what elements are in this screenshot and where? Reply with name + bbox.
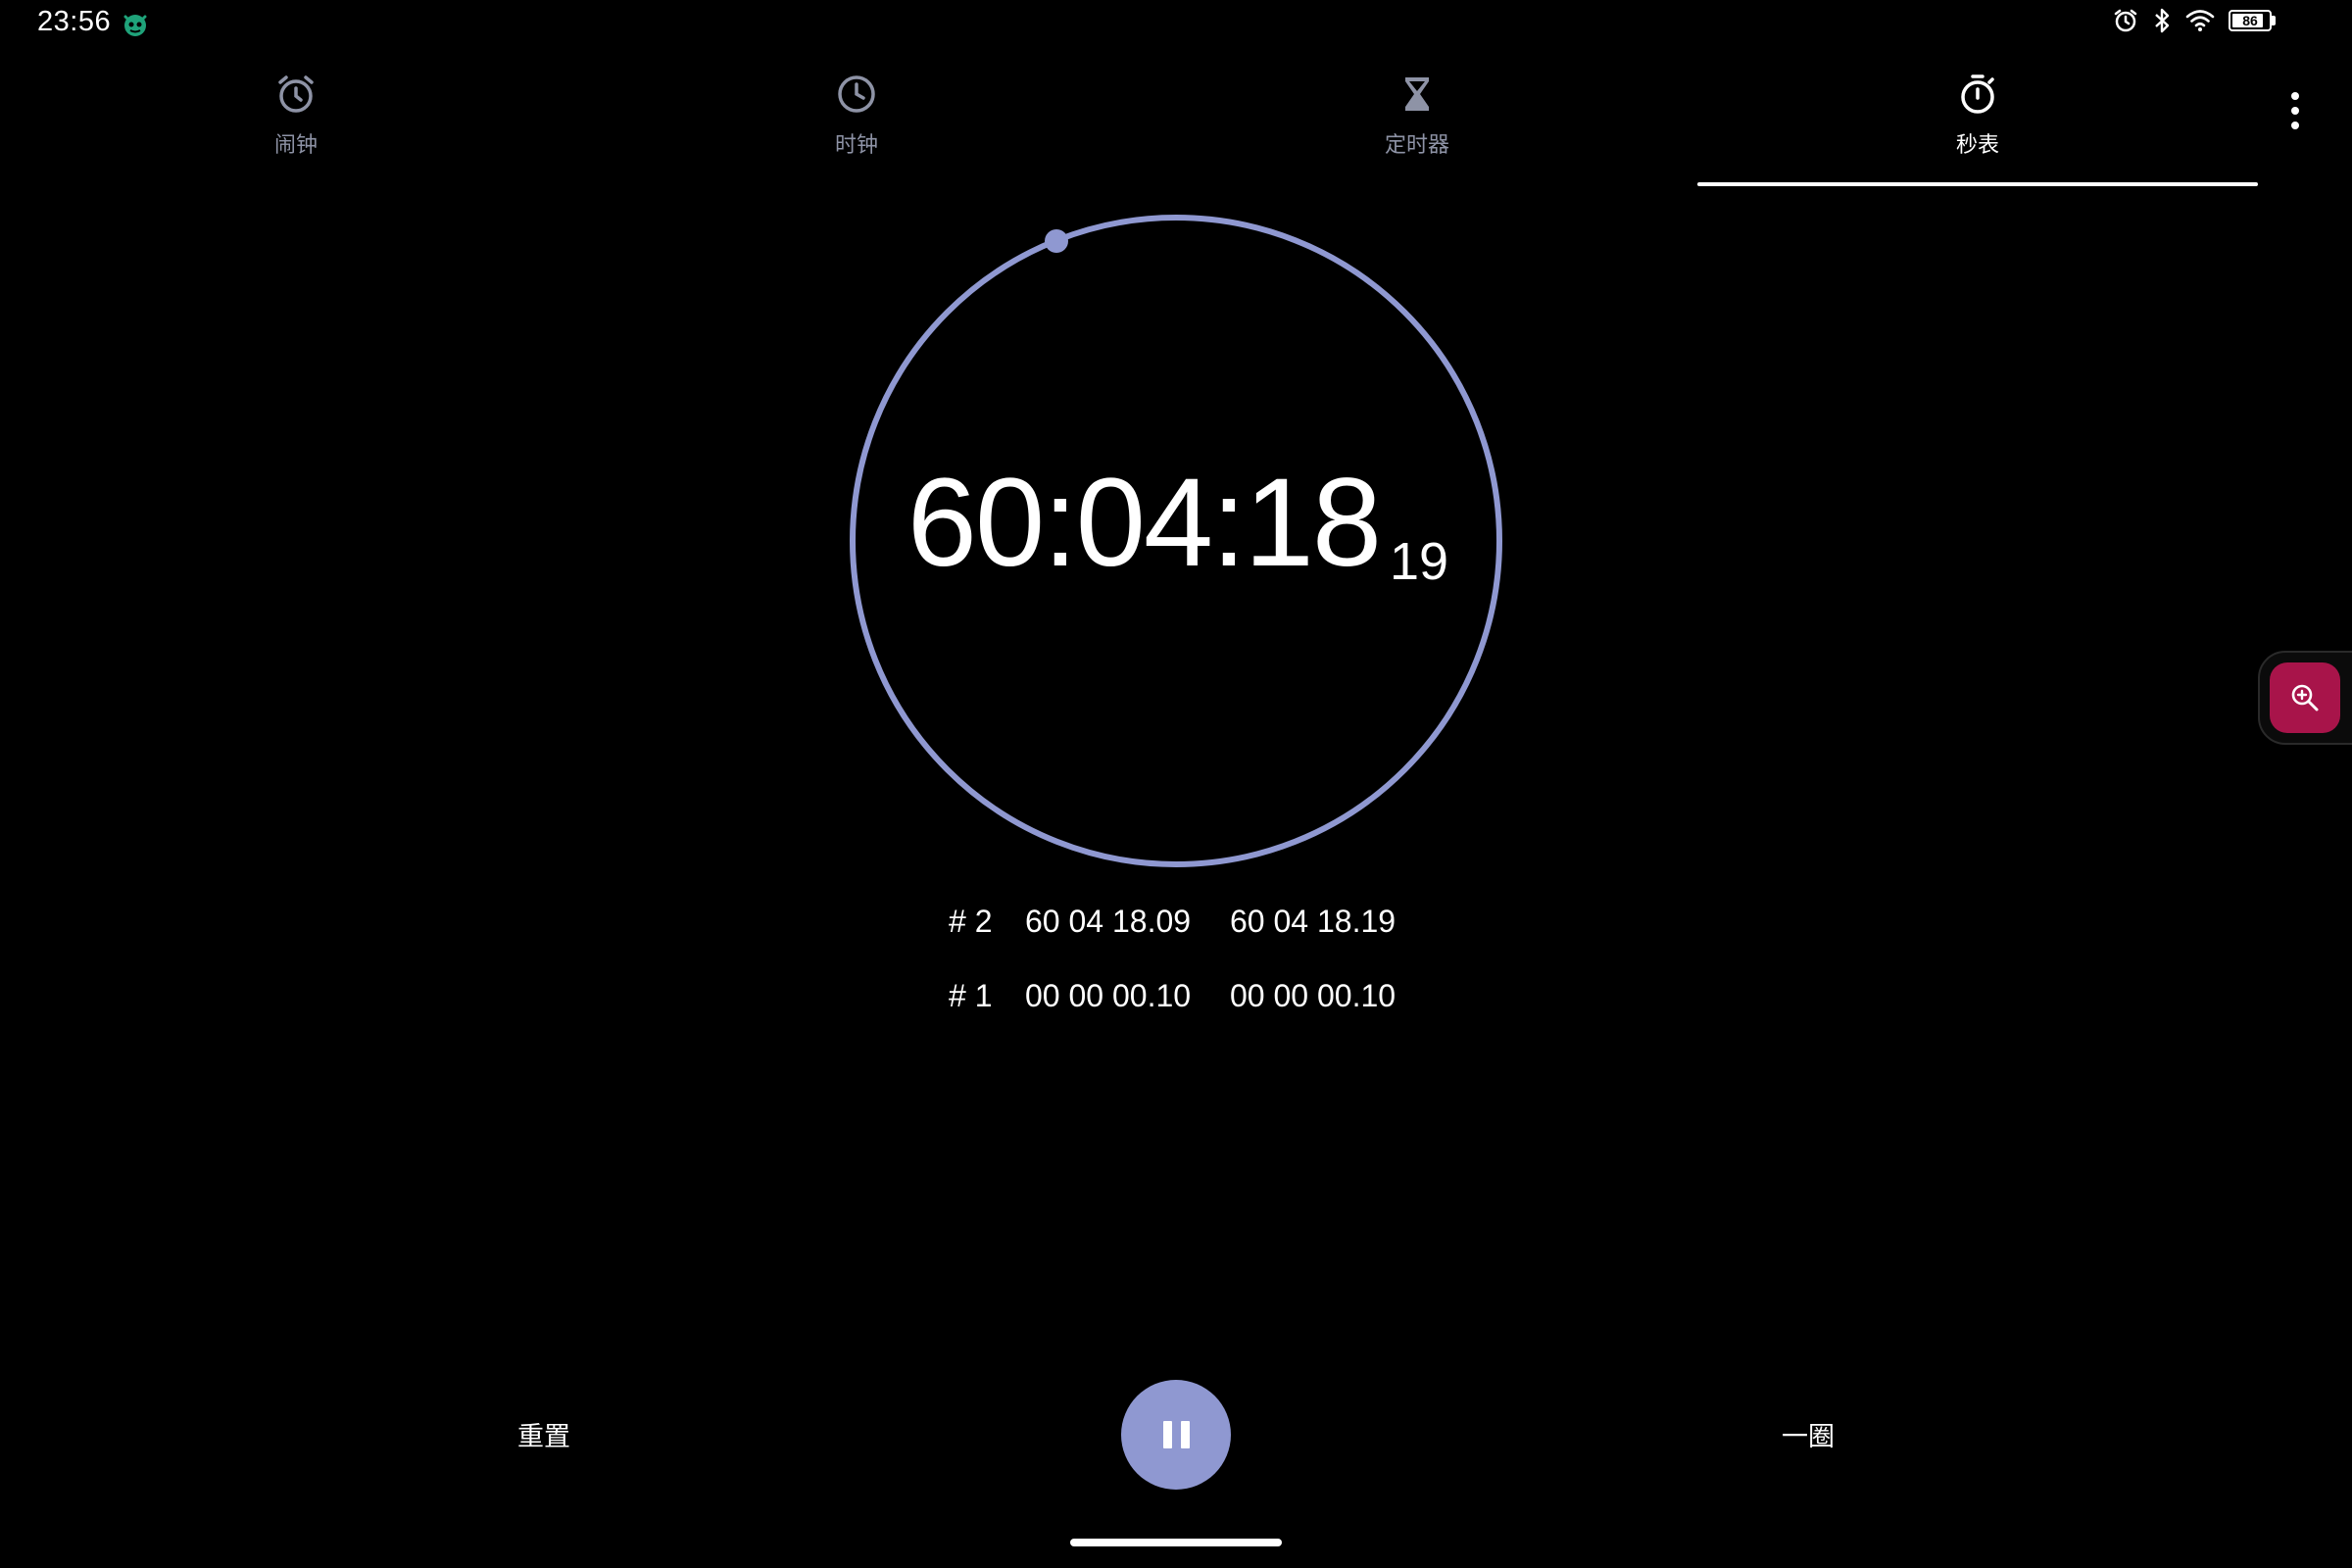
lap-time: 00 00 00.10: [1025, 978, 1192, 1013]
stopwatch-icon: [1961, 74, 1994, 114]
lap-button[interactable]: 一圈: [1744, 1401, 1872, 1466]
tab-alarm-label: 闹钟: [273, 133, 318, 158]
stopwatch-time: 60:04:18: [906, 453, 1382, 593]
clock-app-screen: 23:56 86 闹钟 时钟 定时器 秒表 60:04:18 19 # 2 60…: [0, 0, 2352, 1568]
ring-position-marker: [1045, 229, 1068, 253]
app-notification-icon: [123, 15, 147, 36]
hourglass-icon: [1405, 77, 1429, 111]
more-dot: [2291, 92, 2299, 100]
bluetooth-icon: [2155, 8, 2170, 33]
stopwatch-hundredths: 19: [1390, 532, 1449, 591]
pause-icon-bar: [1162, 1421, 1172, 1448]
gesture-nav-handle[interactable]: [1070, 1539, 1282, 1546]
status-bar-time: 23:56: [37, 6, 112, 37]
zoom-button[interactable]: [2270, 662, 2340, 733]
lap-row: # 2 60 04 18.09 60 04 18.19: [931, 904, 1441, 978]
more-options-button[interactable]: [2276, 76, 2315, 145]
tab-clock-label: 时钟: [834, 133, 878, 158]
tab-clock[interactable]: 时钟: [576, 63, 1137, 190]
active-tab-indicator: [1697, 182, 2258, 186]
battery-cap: [2272, 16, 2276, 25]
clock-icon: [838, 75, 875, 113]
zoom-in-icon: [2291, 684, 2319, 711]
wifi-icon: [2185, 10, 2215, 31]
tab-timer[interactable]: 定时器: [1137, 63, 1697, 190]
alarm-icon: [278, 75, 314, 113]
more-dot: [2291, 122, 2299, 129]
more-dot: [2291, 107, 2299, 115]
status-icons: 86: [2113, 8, 2276, 33]
tab-timer-label: 定时器: [1384, 133, 1449, 158]
tab-bar: 闹钟 时钟 定时器 秒表: [0, 63, 2258, 190]
lap-total-time: 60 04 18.19: [1230, 904, 1396, 939]
lap-number: # 2: [949, 904, 993, 939]
reset-button[interactable]: 重置: [480, 1401, 608, 1466]
lap-number: # 1: [949, 978, 993, 1013]
battery-icon: 86: [2229, 10, 2272, 31]
tab-stopwatch-label: 秒表: [1955, 133, 1999, 158]
pause-button[interactable]: [1121, 1380, 1231, 1490]
pause-icon-bar: [1180, 1421, 1190, 1448]
tab-alarm[interactable]: 闹钟: [16, 63, 576, 190]
lap-row: # 1 00 00 00.10 00 00 00.10: [931, 978, 1441, 1053]
lap-total-time: 00 00 00.10: [1230, 978, 1396, 1013]
lap-time: 60 04 18.09: [1025, 904, 1192, 939]
battery-indicator: 86: [2229, 10, 2276, 31]
tab-stopwatch[interactable]: 秒表: [1697, 63, 2258, 190]
alarm-status-icon: [2114, 9, 2137, 32]
lap-list: # 2 60 04 18.09 60 04 18.19 # 1 00 00 00…: [931, 904, 1441, 1053]
battery-level: 86: [2242, 13, 2258, 28]
